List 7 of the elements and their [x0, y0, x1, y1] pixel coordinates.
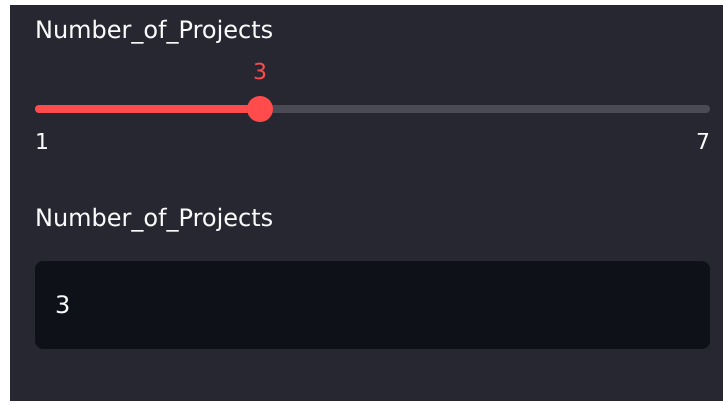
slider-label: Number_of_Projects [35, 15, 274, 46]
slider-thumb[interactable] [246, 96, 273, 122]
number-input-field[interactable]: 3 [35, 261, 710, 349]
slider-min: 1 [35, 129, 49, 157]
number-input-label: Number_of_Projects [35, 204, 274, 232]
slider-max: 7 [696, 129, 710, 157]
slider-value: 3 [252, 59, 267, 87]
